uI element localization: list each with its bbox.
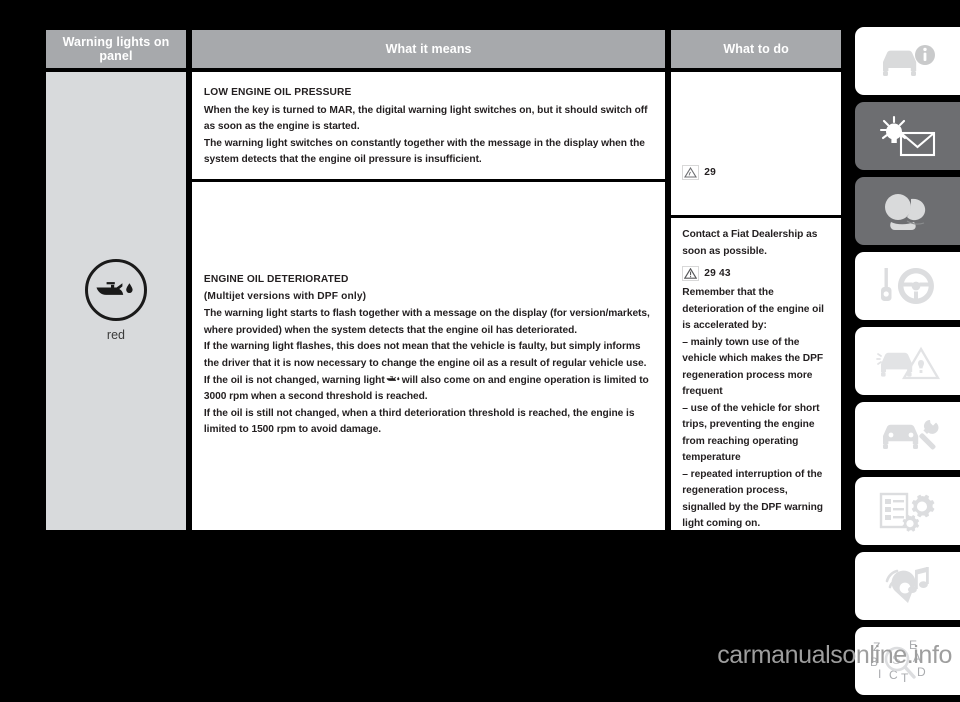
- car-hazard-triangle-icon: [875, 340, 941, 382]
- symbol-colour-label: red: [106, 327, 125, 342]
- manual-page: Warning lights on panel What it means Wh…: [0, 0, 960, 695]
- airbag-icon: [877, 191, 939, 231]
- key-steering-wheel-icon: [875, 265, 941, 307]
- row2-paragraph-2: If the warning light flashes, this does …: [204, 340, 651, 406]
- car-info-icon: [877, 42, 939, 80]
- car-wrench-icon: [875, 416, 941, 456]
- row1-cross-reference[interactable]: 29: [682, 165, 716, 180]
- in-an-emergency-tab[interactable]: [855, 327, 960, 395]
- airbag-warning-icon: [682, 165, 700, 180]
- action-cross-reference-page: 29 43: [704, 268, 731, 280]
- table-header-row: Warning lights on panel What it means Wh…: [46, 30, 841, 68]
- action-cross-reference[interactable]: 29 43: [682, 266, 831, 282]
- row1-meaning: LOW ENGINE OIL PRESSURE When the key is …: [192, 72, 665, 179]
- symbol-cell: red: [46, 72, 186, 530]
- warning-triangle-icon: [682, 266, 700, 282]
- row1-heading: LOW ENGINE OIL PRESSURE: [203, 87, 352, 98]
- row1-paragraph-2: The warning light switches on constantly…: [203, 137, 645, 166]
- table-body: red LOW ENGINE OIL PRESSURE When the key…: [46, 72, 841, 530]
- row2-paragraph-3: If the oil is still not changed, when a …: [203, 407, 635, 436]
- row1-action: 29: [671, 72, 841, 215]
- row2-meaning: ENGINE OIL DETERIORATED (Multijet versio…: [192, 182, 665, 530]
- starting-and-driving-tab[interactable]: [855, 252, 960, 320]
- safety-tab[interactable]: [855, 177, 960, 245]
- oil-can-pressure-icon: [84, 258, 147, 321]
- symbol-wrapper: red: [84, 258, 147, 342]
- action-bullet-3: – repeated interruption of the regenerat…: [682, 468, 823, 530]
- row1-cross-reference-page: 29: [704, 167, 716, 178]
- column-header-what-it-means: What it means: [191, 30, 666, 68]
- document-gears-icon: [875, 490, 941, 532]
- column-header-warning-lights: Warning lights on panel: [46, 30, 186, 68]
- bulb-envelope-icon: [875, 114, 941, 158]
- action-bullet-1: – mainly town use of the vehicle which m…: [682, 336, 824, 398]
- chapter-tab-rail: Z E B A I C T D S: [855, 27, 960, 702]
- technical-specifications-tab[interactable]: [855, 477, 960, 545]
- row2-paragraph-1: The warning light starts to flash togeth…: [203, 308, 650, 337]
- music-note-icon: [877, 565, 939, 607]
- action-lead: Contact a Fiat Dealership as soon as pos…: [682, 229, 818, 257]
- oil-can-pressure-icon: [386, 374, 401, 384]
- what-it-means-cell: LOW ENGINE OIL PRESSURE When the key is …: [191, 72, 666, 530]
- row1-paragraph-1: When the key is turned to MAR, the digit…: [203, 104, 648, 133]
- dashboard-and-controls-tab[interactable]: [855, 27, 960, 95]
- action-body: Remember that the deterioration of the e…: [682, 287, 824, 332]
- row2-action: Contact a Fiat Dealership as soon as pos…: [671, 218, 841, 541]
- warning-lights-table: Warning lights on panel What it means Wh…: [46, 30, 841, 530]
- warning-lights-and-messages-tab[interactable]: [855, 102, 960, 170]
- action-bullet-2: – use of the vehicle for short trips, pr…: [682, 402, 820, 464]
- row2-subheading: (Multijet versions with DPF only): [203, 290, 367, 302]
- watermark: carmanualsonline.info: [717, 641, 952, 669]
- multimedia-tab[interactable]: [855, 552, 960, 620]
- row2-heading: ENGINE OIL DETERIORATED: [203, 274, 349, 286]
- what-to-do-cell: 29 Contact a Fiat Dealership as soon as …: [671, 72, 841, 530]
- column-header-what-to-do: What to do: [671, 30, 841, 68]
- maintenance-and-care-tab[interactable]: [855, 402, 960, 470]
